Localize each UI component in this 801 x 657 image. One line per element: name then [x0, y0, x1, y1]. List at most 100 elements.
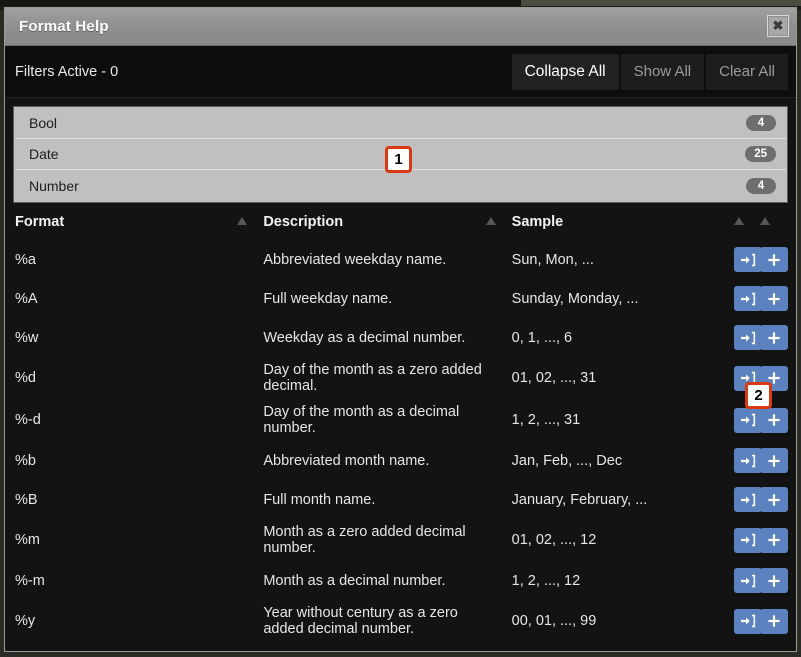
background-strip-right — [521, 0, 801, 6]
insert-format-button[interactable] — [734, 528, 762, 553]
insert-format-button[interactable] — [734, 286, 762, 311]
add-format-button[interactable] — [760, 487, 788, 512]
add-format-button[interactable] — [760, 448, 788, 473]
plus-icon — [767, 614, 781, 628]
add-format-button[interactable] — [760, 247, 788, 272]
cell-sample: January, February, ... — [512, 480, 734, 519]
add-format-button[interactable] — [760, 568, 788, 593]
page-title: Format Help — [19, 18, 109, 35]
add-format-button[interactable] — [760, 528, 788, 553]
insert-format-button[interactable] — [734, 247, 762, 272]
add-format-button[interactable] — [760, 286, 788, 311]
cell-format: %a — [15, 240, 237, 279]
cell-add-action — [760, 561, 786, 600]
cell-insert-action — [734, 519, 760, 561]
cell-insert-action — [734, 600, 760, 642]
plus-icon — [767, 413, 781, 427]
table-row: %A Full weekday name. Sunday, Monday, ... — [15, 279, 786, 318]
cell-format-spacer — [237, 561, 263, 600]
add-format-button[interactable] — [760, 408, 788, 433]
cell-sample: 1, 2, ..., 12 — [512, 561, 734, 600]
column-header-description[interactable]: Description — [263, 212, 485, 240]
sort-arrow-description[interactable] — [486, 212, 512, 240]
cell-format-spacer — [237, 600, 263, 642]
cell-format-spacer — [237, 480, 263, 519]
close-icon[interactable]: ✖ — [767, 15, 789, 37]
cell-description: Full weekday name. — [263, 279, 485, 318]
table-row: %-m Month as a decimal number. 1, 2, ..., … — [15, 561, 786, 600]
caret-up-icon — [237, 217, 247, 225]
annotation-marker-1: 1 — [385, 146, 412, 173]
cell-format: %w — [15, 318, 237, 357]
insert-format-button[interactable] — [734, 448, 762, 473]
table-row: %mMonth as a zero added decimal number.0… — [15, 519, 786, 561]
cell-description: Month as a decimal number. — [263, 561, 485, 600]
cell-description: Day of the month as a zero added decimal… — [263, 357, 485, 399]
table-row: %BFull month name.January, February, ... — [15, 480, 786, 519]
cell-add-action — [760, 279, 786, 318]
cell-description-spacer — [486, 600, 512, 642]
accordion-item-label: Number — [29, 178, 746, 194]
table-head: Format Description Sample — [15, 212, 786, 240]
sign-in-icon — [741, 614, 756, 628]
dialog-title-bar: Format Help ✖ — [5, 8, 796, 46]
add-format-button[interactable] — [760, 609, 788, 634]
show-all-button[interactable]: Show All — [621, 54, 705, 90]
plus-icon — [767, 574, 781, 588]
cell-add-action — [760, 519, 786, 561]
add-format-button[interactable] — [760, 325, 788, 350]
cell-sample: 0, 1, ..., 6 — [512, 318, 734, 357]
table-row: %aAbbreviated weekday name.Sun, Mon, ... — [15, 240, 786, 279]
table-row: %yYear without century as a zero added d… — [15, 600, 786, 642]
cell-add-action — [760, 240, 786, 279]
cell-description: Abbreviated weekday name. — [263, 240, 485, 279]
plus-icon — [767, 292, 781, 306]
insert-format-button[interactable] — [734, 568, 762, 593]
cell-format: %y — [15, 600, 237, 642]
sort-arrow-insert[interactable] — [734, 212, 760, 240]
cell-description: Day of the month as a decimal number. — [263, 399, 485, 441]
screen: Format Help ✖ Filters Active - 0 Collaps… — [0, 0, 801, 657]
plus-icon — [767, 331, 781, 345]
cell-format-spacer — [237, 519, 263, 561]
cell-add-action — [760, 441, 786, 480]
plus-icon — [767, 454, 781, 468]
cell-format: %m — [15, 519, 237, 561]
sort-arrow-format[interactable] — [237, 212, 263, 240]
column-header-format[interactable]: Format — [15, 212, 237, 240]
plus-icon — [767, 533, 781, 547]
collapse-all-button[interactable]: Collapse All — [512, 54, 619, 90]
insert-format-button[interactable] — [734, 609, 762, 634]
cell-description: Abbreviated month name. — [263, 441, 485, 480]
dialog-body: Filters Active - 0 Collapse All Show All… — [5, 46, 796, 651]
annotation-marker-2: 2 — [745, 382, 772, 409]
insert-format-button[interactable] — [734, 325, 762, 350]
column-header-sample[interactable]: Sample — [512, 212, 734, 240]
cell-format: %-d — [15, 399, 237, 441]
accordion-item-bool[interactable]: Bool 4 — [15, 108, 786, 139]
cell-description-spacer — [486, 318, 512, 357]
clear-all-button[interactable]: Clear All — [706, 54, 788, 90]
accordion-item-number[interactable]: Number 4 — [15, 170, 786, 201]
cell-format: %b — [15, 441, 237, 480]
sign-in-icon — [741, 533, 756, 547]
insert-format-button[interactable] — [734, 408, 762, 433]
caret-up-icon — [486, 217, 496, 225]
cell-description-spacer — [486, 441, 512, 480]
cell-sample: Jan, Feb, ..., Dec — [512, 441, 734, 480]
cell-format: %-m — [15, 561, 237, 600]
sort-arrow-add[interactable] — [760, 212, 786, 240]
cell-description-spacer — [486, 279, 512, 318]
cell-sample: Sunday, Monday, ... — [512, 279, 734, 318]
accordion-item-label: Bool — [29, 115, 746, 131]
insert-format-button[interactable] — [734, 487, 762, 512]
cell-description-spacer — [486, 399, 512, 441]
cell-format: %A — [15, 279, 237, 318]
table-header-row: Format Description Sample — [15, 212, 786, 240]
cell-insert-action — [734, 279, 760, 318]
cell-description: Full month name. — [263, 480, 485, 519]
sign-in-icon — [741, 493, 756, 507]
sign-in-icon — [741, 331, 756, 345]
accordion-item-count: 4 — [746, 178, 776, 194]
cell-sample: 01, 02, ..., 12 — [512, 519, 734, 561]
